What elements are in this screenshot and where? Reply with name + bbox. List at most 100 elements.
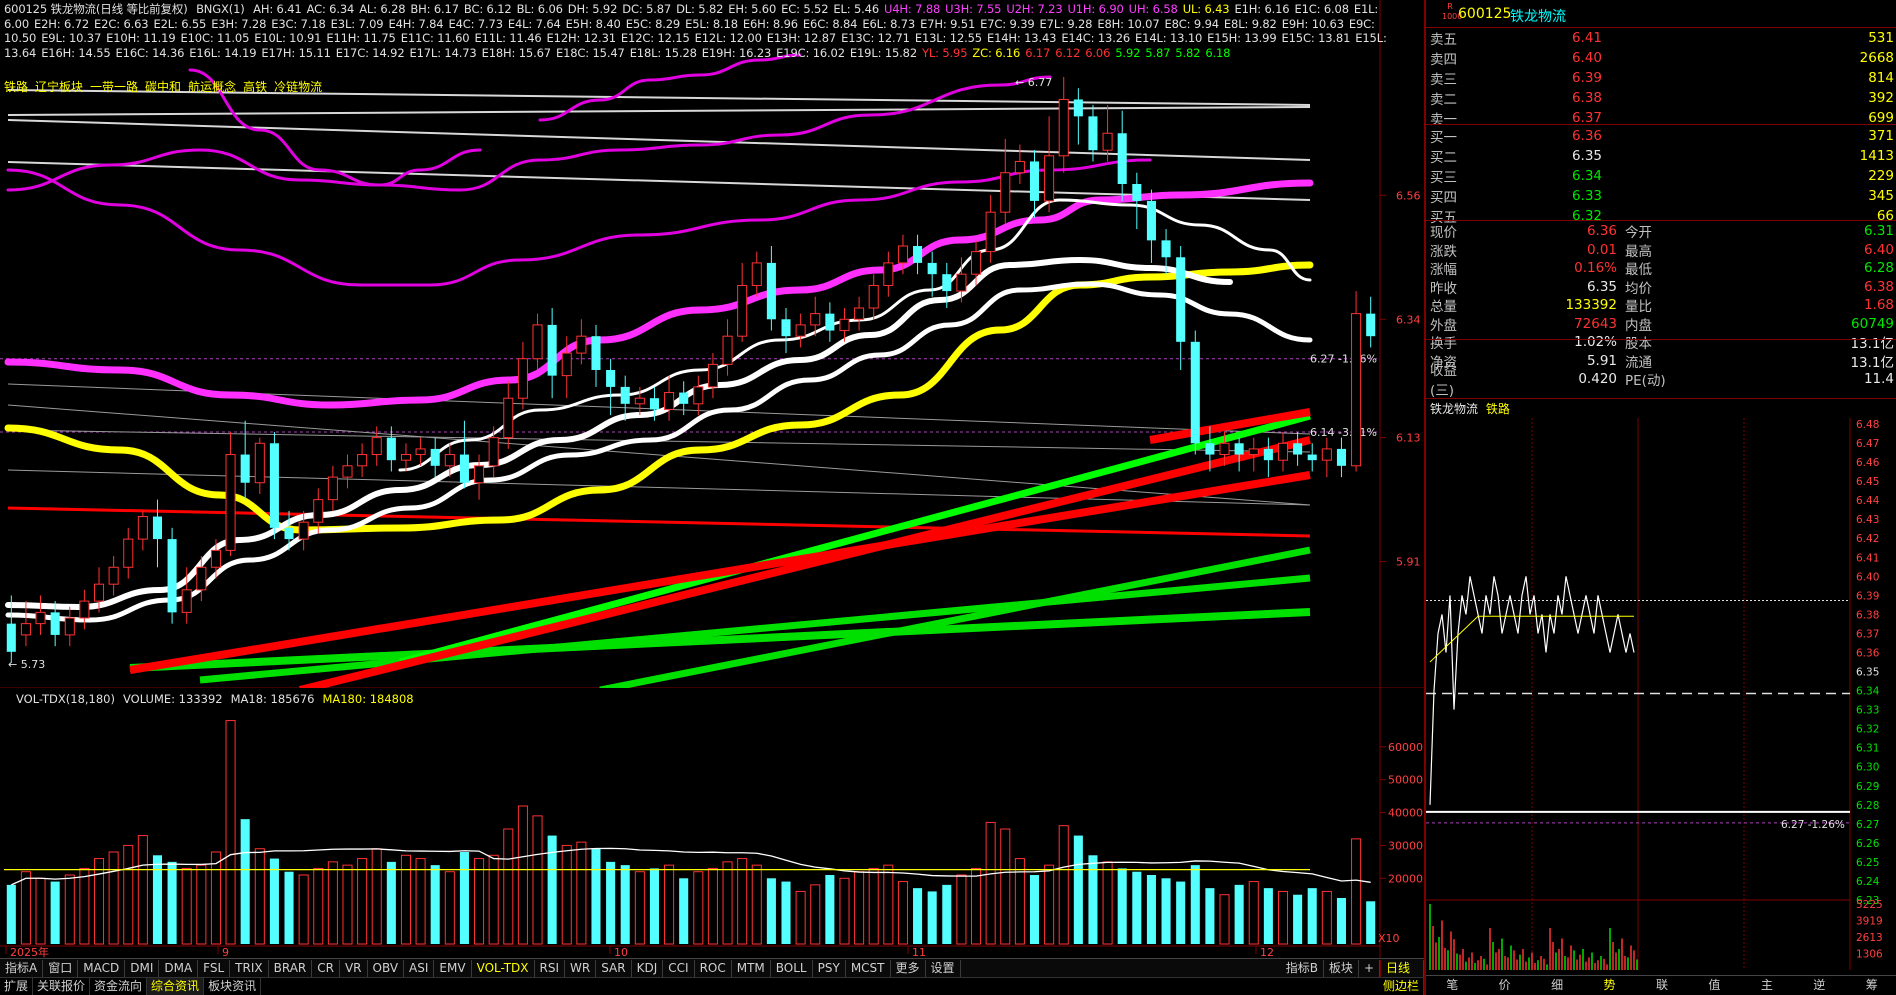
order-book-row[interactable]: 买四 6.33 345 bbox=[1426, 186, 1896, 206]
period-tab[interactable]: 日线 bbox=[1380, 959, 1424, 977]
indicator-tab[interactable]: ASI bbox=[404, 959, 435, 977]
indicator-tab[interactable]: VR bbox=[340, 959, 368, 977]
sidebar-tab[interactable]: 筹 bbox=[1846, 976, 1896, 995]
intraday-price-label: 6.33 bbox=[1856, 705, 1879, 717]
volume-bar bbox=[1277, 890, 1289, 945]
indicator-tab[interactable]: MACD bbox=[78, 959, 126, 977]
indicator-tab[interactable]: 设置 bbox=[926, 959, 961, 977]
stat-label: 外盘 bbox=[1430, 317, 1457, 334]
info-tab[interactable]: 关联报价 bbox=[33, 978, 91, 995]
order-book-row[interactable]: 卖一 6.37 699 bbox=[1426, 108, 1896, 128]
red-trend-line bbox=[7, 506, 1311, 538]
volume-panel[interactable]: 60000 50000 40000 30000 20000 X10 VOL-TDX(18,1… bbox=[0, 688, 1424, 958]
indicator-tab[interactable]: 板块 bbox=[1324, 959, 1359, 977]
intraday-sector[interactable]: 铁路 bbox=[1486, 402, 1510, 416]
volume-bar bbox=[810, 884, 821, 945]
sidebar-tab[interactable]: 逆 bbox=[1793, 976, 1845, 995]
indicator-tab[interactable]: CCI bbox=[663, 959, 695, 977]
indicator-tab[interactable]: + bbox=[1359, 959, 1380, 977]
order-book-row[interactable]: 卖二 6.38 392 bbox=[1426, 88, 1896, 108]
candle-body bbox=[1366, 313, 1376, 337]
intraday-chart[interactable]: 6.48 6.47 6.46 6.45 6.44 6.43 6.42 6.41 6.40 6.39… bbox=[1426, 418, 1896, 970]
candle-body bbox=[707, 363, 718, 388]
price-axis-label: 6.56 bbox=[1396, 189, 1421, 202]
kline-svg[interactable]: 6.56 6.34 6.13 5.91 6.27 -1.26% 6.14 -3.31% ← … bbox=[0, 0, 1424, 688]
sector-tag[interactable]: 冷链物流 bbox=[274, 80, 322, 94]
intraday-price-label: 6.48 bbox=[1856, 419, 1879, 431]
volume-bar bbox=[561, 844, 572, 945]
indicator-tab[interactable]: FSL bbox=[198, 959, 231, 977]
indicator-tab[interactable]: BOLL bbox=[771, 959, 813, 977]
sector-tag[interactable]: 航运概念 bbox=[188, 80, 236, 94]
indicator-tab[interactable]: EMV bbox=[434, 959, 472, 977]
order-book-row[interactable]: 买三 6.34 229 bbox=[1426, 166, 1896, 186]
sidebar-tab[interactable]: 联 bbox=[1636, 976, 1688, 995]
intraday-price-label: 6.30 bbox=[1856, 762, 1879, 774]
volume-svg[interactable]: 60000 50000 40000 30000 20000 X10 VOL-TDX(18,1… bbox=[0, 688, 1424, 958]
candle-body bbox=[298, 521, 309, 540]
kline-panel[interactable]: 6.56 6.34 6.13 5.91 6.27 -1.26% 6.14 -3.31% ← … bbox=[0, 0, 1424, 688]
indicator-value: 6.12 bbox=[1055, 45, 1081, 60]
sidebar-tab[interactable]: 势 bbox=[1583, 976, 1635, 995]
sector-tag[interactable]: 铁路 bbox=[4, 80, 28, 94]
order-level-label: 卖二 bbox=[1430, 92, 1457, 108]
indicator-tab[interactable]: VOL-TDX bbox=[472, 959, 535, 977]
order-book-row[interactable]: 卖五 6.41 531 bbox=[1426, 28, 1896, 48]
sidebar-tab[interactable]: 值 bbox=[1688, 976, 1740, 995]
volume-bar bbox=[532, 815, 543, 945]
indicator-tab[interactable]: CR bbox=[312, 959, 340, 977]
indicator-tab[interactable]: PSY bbox=[813, 959, 846, 977]
intraday-price-label: 6.36 bbox=[1856, 647, 1880, 659]
indicator-tab[interactable]: 更多 bbox=[891, 959, 926, 977]
indicator-tab[interactable]: WR bbox=[565, 959, 597, 977]
volume-bar bbox=[1088, 855, 1098, 944]
indicator-tab[interactable]: TRIX bbox=[230, 959, 269, 977]
sector-tag[interactable]: 高铁 bbox=[243, 80, 267, 94]
volume-bar bbox=[517, 805, 528, 945]
sidebar-tab[interactable]: 价 bbox=[1478, 976, 1530, 995]
indicator-tab[interactable]: DMA bbox=[159, 959, 199, 977]
stat-label: 流通 bbox=[1625, 354, 1652, 371]
sector-tag[interactable]: 碳中和 bbox=[145, 80, 181, 94]
sector-tag[interactable]: 一带一路 bbox=[90, 80, 138, 94]
volume-bar bbox=[488, 854, 499, 945]
sidebar-toggle[interactable]: 侧边栏 bbox=[1379, 978, 1424, 995]
intraday-svg[interactable]: 6.48 6.47 6.46 6.45 6.44 6.43 6.42 6.41 6.40 6.39… bbox=[1426, 418, 1896, 973]
indicator-tab[interactable]: BRAR bbox=[269, 959, 313, 977]
indicator-tab[interactable]: DMI bbox=[125, 959, 160, 977]
order-book-row[interactable]: 卖三 6.39 814 bbox=[1426, 68, 1896, 88]
volume-bar bbox=[1176, 881, 1186, 944]
intraday-vol-label: 2613 bbox=[1856, 932, 1883, 944]
candle-body bbox=[883, 262, 894, 286]
indicator-tab[interactable]: OBV bbox=[368, 959, 405, 977]
sidebar-tab[interactable]: 主 bbox=[1741, 976, 1793, 995]
indicator-tab[interactable]: SAR bbox=[596, 959, 632, 977]
price-axis-label: 6.13 bbox=[1396, 432, 1421, 445]
indicator-tab[interactable]: ROC bbox=[695, 959, 732, 977]
stat-label: 内盘 bbox=[1625, 317, 1652, 334]
intraday-stock-name: 铁龙物流 bbox=[1430, 402, 1479, 416]
indicator-tab[interactable]: KDJ bbox=[632, 959, 664, 977]
ask-table: 卖五 6.41 531 卖四 6.40 2668 卖三 6.39 814 卖二 6.38 392 卖一 6… bbox=[1426, 28, 1896, 128]
indicator-tab[interactable]: MCST bbox=[846, 959, 891, 977]
indicator-name[interactable]: BNGX(1) bbox=[196, 2, 245, 16]
info-tab[interactable]: 综合资讯 bbox=[147, 978, 205, 995]
sidebar-tab[interactable]: 笔 bbox=[1426, 976, 1478, 995]
indicator-tab[interactable]: MTM bbox=[732, 959, 771, 977]
order-book-row[interactable]: 买二 6.35 1413 bbox=[1426, 146, 1896, 166]
info-tab[interactable]: 扩展 bbox=[0, 978, 34, 995]
indicator-tab[interactable]: 指标B bbox=[1281, 959, 1324, 977]
sector-tag[interactable]: 辽宁板块 bbox=[35, 80, 83, 94]
indicator-tab[interactable]: RSI bbox=[535, 959, 566, 977]
stock-header: R 1000 600125 铁龙物流 bbox=[1426, 0, 1896, 28]
volume-header: VOL-TDX(18,180) VOLUME: 133392 MA18: 18567… bbox=[16, 692, 414, 706]
info-tab[interactable]: 资金流向 bbox=[90, 978, 148, 995]
order-book-row[interactable]: 买一 6.36 371 bbox=[1426, 126, 1896, 146]
order-price: 6.36 bbox=[1571, 128, 1602, 144]
info-tab[interactable]: 板块资讯 bbox=[204, 978, 262, 995]
indicator-tab[interactable]: 指标A bbox=[0, 959, 44, 977]
sidebar-tab[interactable]: 细 bbox=[1531, 976, 1583, 995]
order-book-row[interactable]: 卖四 6.40 2668 bbox=[1426, 48, 1896, 68]
volume-bar bbox=[400, 854, 411, 945]
indicator-tab[interactable]: 窗口 bbox=[43, 959, 79, 977]
